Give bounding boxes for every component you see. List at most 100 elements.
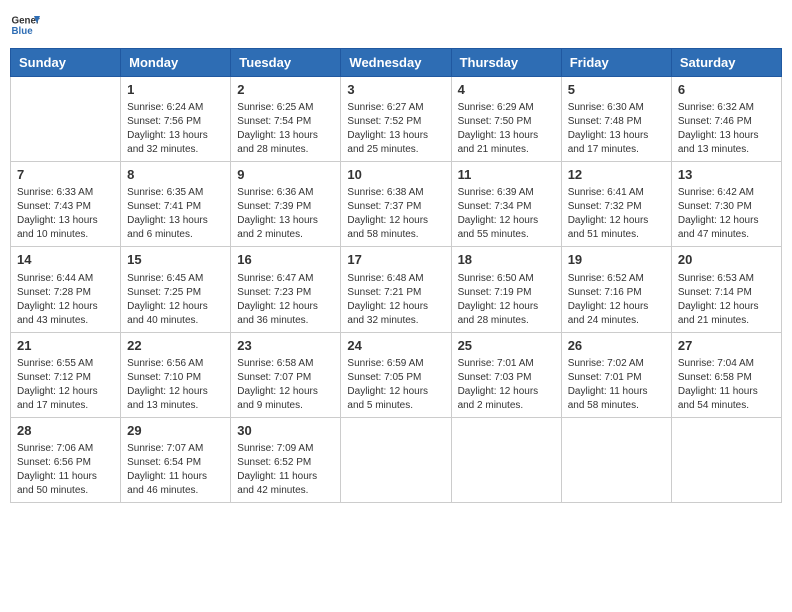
calendar-cell <box>671 417 781 502</box>
day-number: 13 <box>678 166 775 184</box>
calendar-cell: 24 Sunrise: 6:59 AM Sunset: 7:05 PM Dayli… <box>341 332 451 417</box>
weekday-header-row: SundayMondayTuesdayWednesdayThursdayFrid… <box>11 49 782 77</box>
day-info: Sunrise: 6:52 AM Sunset: 7:16 PM Dayligh… <box>568 272 665 328</box>
page-header: General Blue <box>10 10 782 40</box>
weekday-header-wednesday: Wednesday <box>341 49 451 77</box>
day-info: Sunrise: 6:27 AM Sunset: 7:52 PM Dayligh… <box>347 101 444 157</box>
calendar-cell: 3 Sunrise: 6:27 AM Sunset: 7:52 PM Daylig… <box>341 77 451 162</box>
day-info: Sunrise: 7:01 AM Sunset: 7:03 PM Dayligh… <box>458 357 555 413</box>
day-number: 24 <box>347 337 444 355</box>
day-number: 7 <box>17 166 114 184</box>
day-info: Sunrise: 6:44 AM Sunset: 7:28 PM Dayligh… <box>17 272 114 328</box>
calendar-cell: 12 Sunrise: 6:41 AM Sunset: 7:32 PM Dayli… <box>561 162 671 247</box>
day-info: Sunrise: 6:29 AM Sunset: 7:50 PM Dayligh… <box>458 101 555 157</box>
day-number: 20 <box>678 251 775 269</box>
calendar-cell: 22Sunrise: 6:56 AM Sunset: 7:10 PM Dayli… <box>121 332 231 417</box>
calendar-cell: 25 Sunrise: 7:01 AM Sunset: 7:03 PM Dayli… <box>451 332 561 417</box>
day-number: 3 <box>347 81 444 99</box>
calendar-cell <box>341 417 451 502</box>
day-number: 6 <box>678 81 775 99</box>
calendar-cell: 19 Sunrise: 6:52 AM Sunset: 7:16 PM Dayli… <box>561 247 671 332</box>
calendar-cell: 6 Sunrise: 6:32 AM Sunset: 7:46 PM Daylig… <box>671 77 781 162</box>
calendar-cell: 23 Sunrise: 6:58 AM Sunset: 7:07 PM Dayli… <box>231 332 341 417</box>
logo: General Blue <box>10 10 40 40</box>
day-number: 1 <box>127 81 224 99</box>
day-info: Sunrise: 6:25 AM Sunset: 7:54 PM Dayligh… <box>237 101 334 157</box>
day-number: 15 <box>127 251 224 269</box>
day-info: Sunrise: 7:09 AM Sunset: 6:52 PM Dayligh… <box>237 442 334 498</box>
day-number: 12 <box>568 166 665 184</box>
day-info: Sunrise: 6:39 AM Sunset: 7:34 PM Dayligh… <box>458 186 555 242</box>
day-number: 19 <box>568 251 665 269</box>
calendar-cell: 26Sunrise: 7:02 AM Sunset: 7:01 PM Dayli… <box>561 332 671 417</box>
weekday-header-saturday: Saturday <box>671 49 781 77</box>
day-number: 5 <box>568 81 665 99</box>
calendar-cell <box>11 77 121 162</box>
weekday-header-tuesday: Tuesday <box>231 49 341 77</box>
calendar-week-row: 14 Sunrise: 6:44 AM Sunset: 7:28 PM Dayli… <box>11 247 782 332</box>
day-info: Sunrise: 7:06 AM Sunset: 6:56 PM Dayligh… <box>17 442 114 498</box>
day-info: Sunrise: 6:45 AM Sunset: 7:25 PM Dayligh… <box>127 272 224 328</box>
calendar-cell: 29Sunrise: 7:07 AM Sunset: 6:54 PM Dayli… <box>121 417 231 502</box>
day-info: Sunrise: 6:24 AM Sunset: 7:56 PM Dayligh… <box>127 101 224 157</box>
day-number: 17 <box>347 251 444 269</box>
calendar-cell: 7 Sunrise: 6:33 AM Sunset: 7:43 PM Daylig… <box>11 162 121 247</box>
day-number: 2 <box>237 81 334 99</box>
day-number: 27 <box>678 337 775 355</box>
day-number: 23 <box>237 337 334 355</box>
day-info: Sunrise: 6:53 AM Sunset: 7:14 PM Dayligh… <box>678 272 775 328</box>
weekday-header-friday: Friday <box>561 49 671 77</box>
calendar-cell: 9Sunrise: 6:36 AM Sunset: 7:39 PM Daylig… <box>231 162 341 247</box>
calendar-cell: 18 Sunrise: 6:50 AM Sunset: 7:19 PM Dayli… <box>451 247 561 332</box>
day-info: Sunrise: 6:33 AM Sunset: 7:43 PM Dayligh… <box>17 186 114 242</box>
day-info: Sunrise: 6:30 AM Sunset: 7:48 PM Dayligh… <box>568 101 665 157</box>
day-info: Sunrise: 6:59 AM Sunset: 7:05 PM Dayligh… <box>347 357 444 413</box>
day-info: Sunrise: 6:50 AM Sunset: 7:19 PM Dayligh… <box>458 272 555 328</box>
day-number: 14 <box>17 251 114 269</box>
day-info: Sunrise: 6:35 AM Sunset: 7:41 PM Dayligh… <box>127 186 224 242</box>
calendar-week-row: 21Sunrise: 6:55 AM Sunset: 7:12 PM Dayli… <box>11 332 782 417</box>
weekday-header-thursday: Thursday <box>451 49 561 77</box>
day-number: 30 <box>237 422 334 440</box>
calendar-cell: 4 Sunrise: 6:29 AM Sunset: 7:50 PM Daylig… <box>451 77 561 162</box>
calendar-cell: 17 Sunrise: 6:48 AM Sunset: 7:21 PM Dayli… <box>341 247 451 332</box>
day-number: 10 <box>347 166 444 184</box>
weekday-header-sunday: Sunday <box>11 49 121 77</box>
calendar-cell: 5 Sunrise: 6:30 AM Sunset: 7:48 PM Daylig… <box>561 77 671 162</box>
day-info: Sunrise: 6:48 AM Sunset: 7:21 PM Dayligh… <box>347 272 444 328</box>
calendar-cell: 1 Sunrise: 6:24 AM Sunset: 7:56 PM Daylig… <box>121 77 231 162</box>
calendar-cell: 20 Sunrise: 6:53 AM Sunset: 7:14 PM Dayli… <box>671 247 781 332</box>
day-info: Sunrise: 7:02 AM Sunset: 7:01 PM Dayligh… <box>568 357 665 413</box>
calendar-cell: 30 Sunrise: 7:09 AM Sunset: 6:52 PM Dayli… <box>231 417 341 502</box>
day-number: 18 <box>458 251 555 269</box>
day-info: Sunrise: 6:55 AM Sunset: 7:12 PM Dayligh… <box>17 357 114 413</box>
day-number: 28 <box>17 422 114 440</box>
day-info: Sunrise: 6:36 AM Sunset: 7:39 PM Dayligh… <box>237 186 334 242</box>
calendar-cell: 15 Sunrise: 6:45 AM Sunset: 7:25 PM Dayli… <box>121 247 231 332</box>
calendar-week-row: 28 Sunrise: 7:06 AM Sunset: 6:56 PM Dayli… <box>11 417 782 502</box>
calendar-cell: 13 Sunrise: 6:42 AM Sunset: 7:30 PM Dayli… <box>671 162 781 247</box>
calendar-week-row: 1 Sunrise: 6:24 AM Sunset: 7:56 PM Daylig… <box>11 77 782 162</box>
calendar-cell <box>561 417 671 502</box>
day-info: Sunrise: 6:32 AM Sunset: 7:46 PM Dayligh… <box>678 101 775 157</box>
calendar-cell: 14 Sunrise: 6:44 AM Sunset: 7:28 PM Dayli… <box>11 247 121 332</box>
logo-icon: General Blue <box>10 10 40 40</box>
calendar-cell: 27 Sunrise: 7:04 AM Sunset: 6:58 PM Dayli… <box>671 332 781 417</box>
calendar-cell: 16Sunrise: 6:47 AM Sunset: 7:23 PM Dayli… <box>231 247 341 332</box>
day-number: 4 <box>458 81 555 99</box>
day-info: Sunrise: 6:41 AM Sunset: 7:32 PM Dayligh… <box>568 186 665 242</box>
calendar-cell: 28 Sunrise: 7:06 AM Sunset: 6:56 PM Dayli… <box>11 417 121 502</box>
calendar-cell: 8Sunrise: 6:35 AM Sunset: 7:41 PM Daylig… <box>121 162 231 247</box>
day-info: Sunrise: 7:04 AM Sunset: 6:58 PM Dayligh… <box>678 357 775 413</box>
svg-text:Blue: Blue <box>12 26 34 37</box>
day-info: Sunrise: 6:58 AM Sunset: 7:07 PM Dayligh… <box>237 357 334 413</box>
calendar-table: SundayMondayTuesdayWednesdayThursdayFrid… <box>10 48 782 503</box>
day-number: 11 <box>458 166 555 184</box>
calendar-cell: 2 Sunrise: 6:25 AM Sunset: 7:54 PM Daylig… <box>231 77 341 162</box>
day-info: Sunrise: 6:42 AM Sunset: 7:30 PM Dayligh… <box>678 186 775 242</box>
day-info: Sunrise: 6:47 AM Sunset: 7:23 PM Dayligh… <box>237 272 334 328</box>
weekday-header-monday: Monday <box>121 49 231 77</box>
day-number: 25 <box>458 337 555 355</box>
calendar-cell: 21Sunrise: 6:55 AM Sunset: 7:12 PM Dayli… <box>11 332 121 417</box>
day-info: Sunrise: 7:07 AM Sunset: 6:54 PM Dayligh… <box>127 442 224 498</box>
